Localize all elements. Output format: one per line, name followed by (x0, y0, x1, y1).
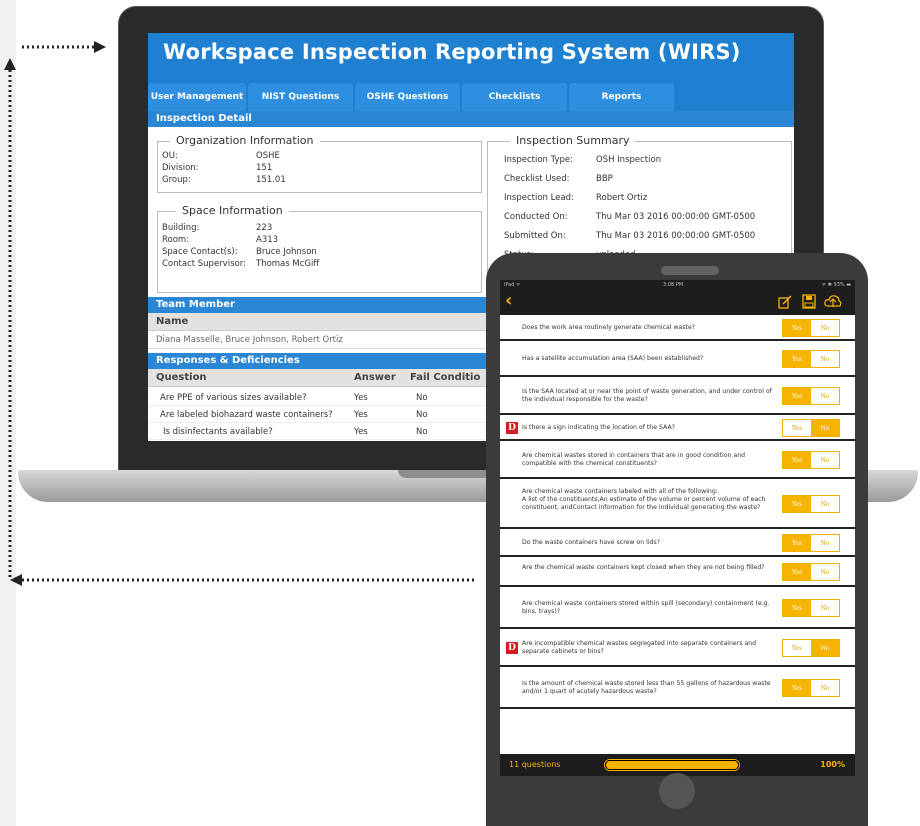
yes-no-toggle: Yes No (782, 495, 840, 513)
no-button[interactable]: No (811, 564, 839, 580)
edit-icon[interactable] (778, 295, 792, 309)
question-row: Are chemical waste containers labeled wi… (500, 479, 855, 529)
no-button[interactable]: No (811, 320, 839, 336)
save-icon[interactable] (802, 294, 816, 309)
yes-no-toggle: Yes No (782, 599, 840, 617)
question-text: Has a satellite accumulation area (SAA) … (522, 355, 704, 362)
question-text: Are incompatible chemical wastes segrega… (522, 640, 757, 655)
no-button[interactable]: No (811, 535, 839, 551)
question-text: Is the SAA located at or near the point … (522, 388, 772, 403)
back-chevron-icon[interactable]: ‹ (505, 290, 512, 311)
progress-fill (605, 760, 739, 770)
no-button[interactable]: No (811, 496, 839, 512)
no-button[interactable]: No (811, 351, 839, 367)
progress-percent: 100% (820, 760, 845, 769)
status-time: 3:08 PM (663, 282, 684, 288)
yes-button[interactable]: Yes (783, 420, 811, 436)
no-button[interactable]: No (811, 680, 839, 696)
deficiency-flag-icon: D (506, 642, 518, 654)
home-button[interactable] (659, 773, 695, 809)
yes-button[interactable]: Yes (783, 320, 811, 336)
yes-no-toggle: Yes No (782, 350, 840, 368)
yes-no-toggle: Yes No (782, 319, 840, 337)
yes-no-toggle: Yes No (782, 534, 840, 552)
status-carrier: iPad ᯤ (504, 282, 521, 288)
progress-bar (604, 759, 740, 771)
yes-button[interactable]: Yes (783, 640, 811, 656)
question-text: Are chemical wastes stored in containers… (522, 452, 746, 467)
question-row: D Are incompatible chemical wastes segreg… (500, 629, 855, 667)
yes-no-toggle: Yes No (782, 419, 840, 437)
tablet-speaker (661, 266, 719, 275)
question-text: Are chemical waste containers labeled wi… (522, 488, 766, 511)
yes-no-toggle: Yes No (782, 639, 840, 657)
question-text: Is the amount of chemical waste stored l… (522, 680, 771, 695)
question-count: 11 questions (509, 760, 561, 769)
status-battery: ᯤ ✱ 93% ▬ (821, 282, 851, 288)
question-row: Does the work area routinely generate ch… (500, 315, 855, 341)
yes-no-toggle: Yes No (782, 563, 840, 581)
yes-button[interactable]: Yes (783, 600, 811, 616)
ipad-status-bar: iPad ᯤ 3:08 PM ᯤ ✱ 93% ▬ (500, 280, 855, 290)
yes-button[interactable]: Yes (783, 452, 811, 468)
question-text: Are the chemical waste containers kept c… (522, 564, 765, 571)
question-row: Do the waste containers have screw on li… (500, 529, 855, 557)
no-button[interactable]: No (811, 388, 839, 404)
no-button[interactable]: No (811, 420, 839, 436)
question-row: Is the SAA located at or near the point … (500, 377, 855, 415)
question-text: Is there a sign indicating the location … (522, 424, 675, 431)
no-button[interactable]: No (811, 600, 839, 616)
yes-button[interactable]: Yes (783, 680, 811, 696)
question-list: Does the work area routinely generate ch… (500, 315, 855, 709)
yes-button[interactable]: Yes (783, 496, 811, 512)
yes-no-toggle: Yes No (782, 387, 840, 405)
question-row: Are the chemical waste containers kept c… (500, 557, 855, 587)
ipad-nav-bar: ‹ (500, 290, 855, 315)
yes-no-toggle: Yes No (782, 679, 840, 697)
no-button[interactable]: No (811, 640, 839, 656)
question-row: D Is there a sign indicating the location… (500, 415, 855, 441)
yes-button[interactable]: Yes (783, 564, 811, 580)
left-arrowhead-icon (10, 574, 22, 586)
question-row: Are chemical waste containers stored wit… (500, 587, 855, 629)
question-text: Do the waste containers have screw on li… (522, 539, 660, 546)
deficiency-flag-icon: D (506, 422, 518, 434)
right-arrowhead-icon (94, 41, 106, 53)
question-row: Has a satellite accumulation area (SAA) … (500, 341, 855, 377)
yes-no-toggle: Yes No (782, 451, 840, 469)
question-row: Are chemical wastes stored in containers… (500, 441, 855, 479)
up-arrowhead-icon (4, 58, 16, 70)
cloud-upload-icon[interactable] (824, 294, 842, 309)
question-row: Is the amount of chemical waste stored l… (500, 667, 855, 709)
yes-button[interactable]: Yes (783, 535, 811, 551)
tablet-screen: iPad ᯤ 3:08 PM ᯤ ✱ 93% ▬ ‹ Does the work… (500, 280, 855, 776)
yes-button[interactable]: Yes (783, 388, 811, 404)
yes-button[interactable]: Yes (783, 351, 811, 367)
no-button[interactable]: No (811, 452, 839, 468)
tablet-device: iPad ᯤ 3:08 PM ᯤ ✱ 93% ▬ ‹ Does the work… (486, 253, 868, 826)
question-text: Does the work area routinely generate ch… (522, 324, 696, 331)
question-text: Are chemical waste containers stored wit… (522, 600, 770, 615)
